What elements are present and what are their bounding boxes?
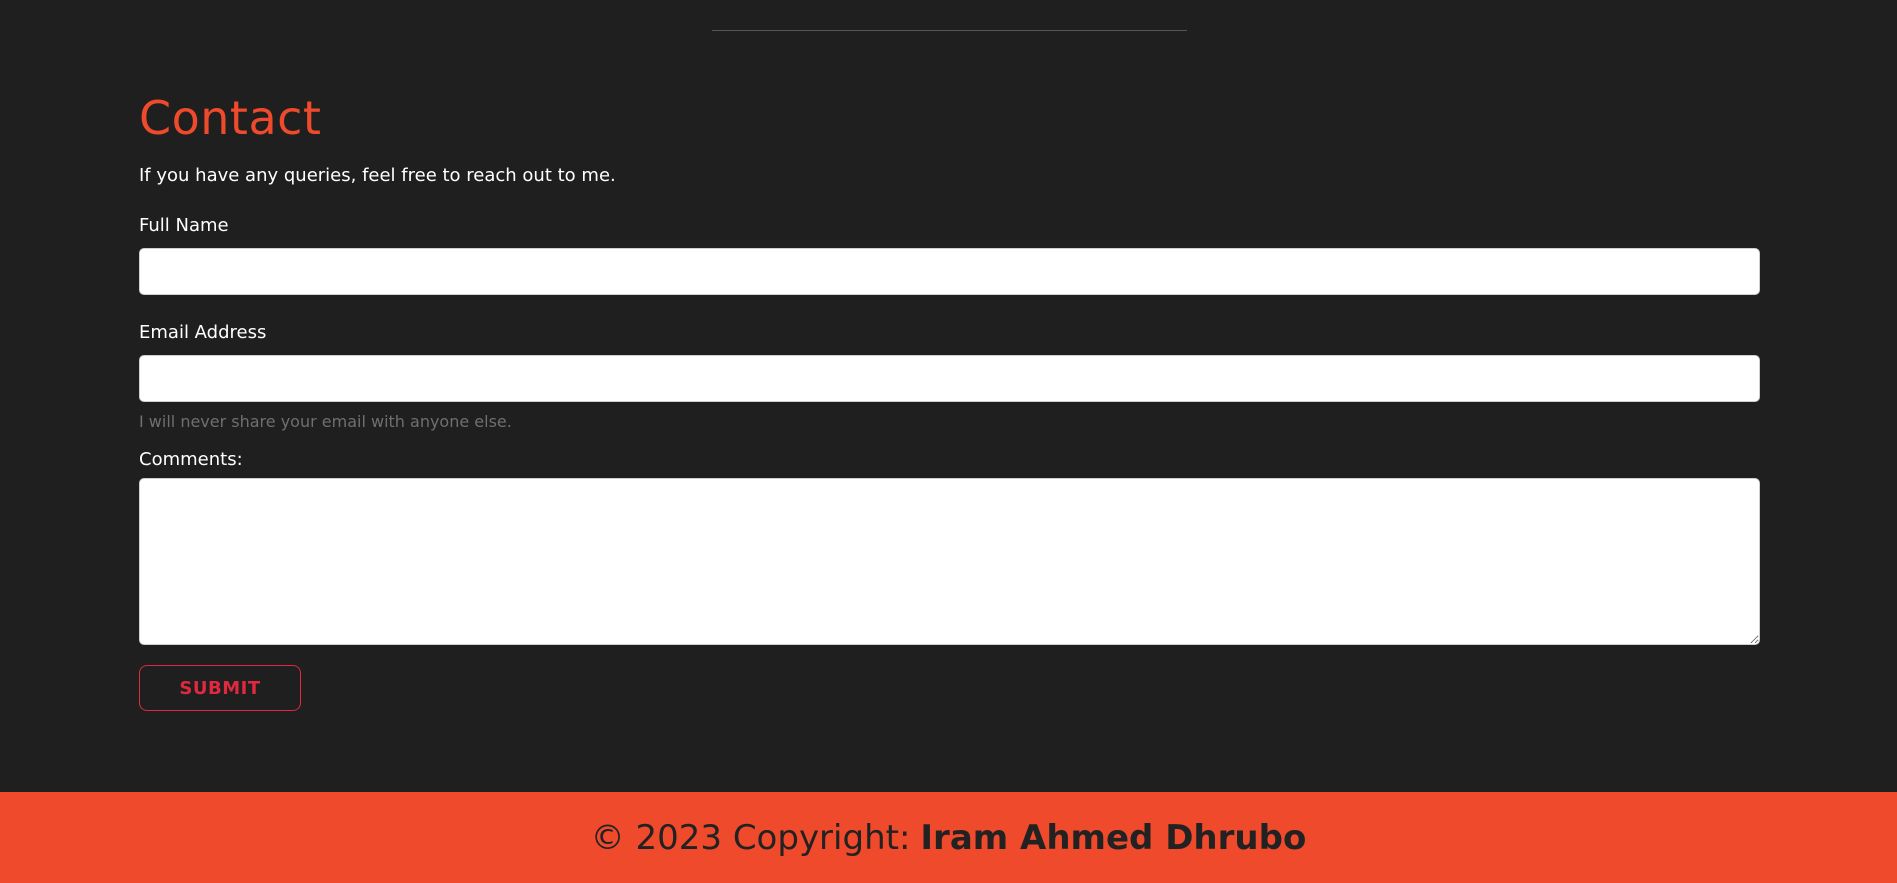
footer-copyright: © 2023 Copyright: [590,817,911,858]
top-divider [712,30,1187,31]
contact-form: Full Name Email Address I will never sha… [139,214,1760,711]
email-input[interactable] [139,355,1760,402]
comments-label: Comments: [139,449,243,470]
email-help-text: I will never share your email with anyon… [139,412,512,431]
footer: © 2023 Copyright: Iram Ahmed Dhrubo [0,792,1897,883]
email-label: Email Address [139,322,267,343]
footer-author: Iram Ahmed Dhrubo [920,817,1307,858]
contact-section: Contact If you have any queries, feel fr… [139,90,1760,711]
page: Contact If you have any queries, feel fr… [0,0,1897,883]
full-name-input[interactable] [139,248,1760,295]
full-name-label: Full Name [139,215,229,236]
contact-title: Contact [139,91,322,145]
contact-intro: If you have any queries, feel free to re… [139,165,616,186]
comments-textarea[interactable] [139,478,1760,645]
submit-button[interactable]: SUBMIT [139,665,301,711]
